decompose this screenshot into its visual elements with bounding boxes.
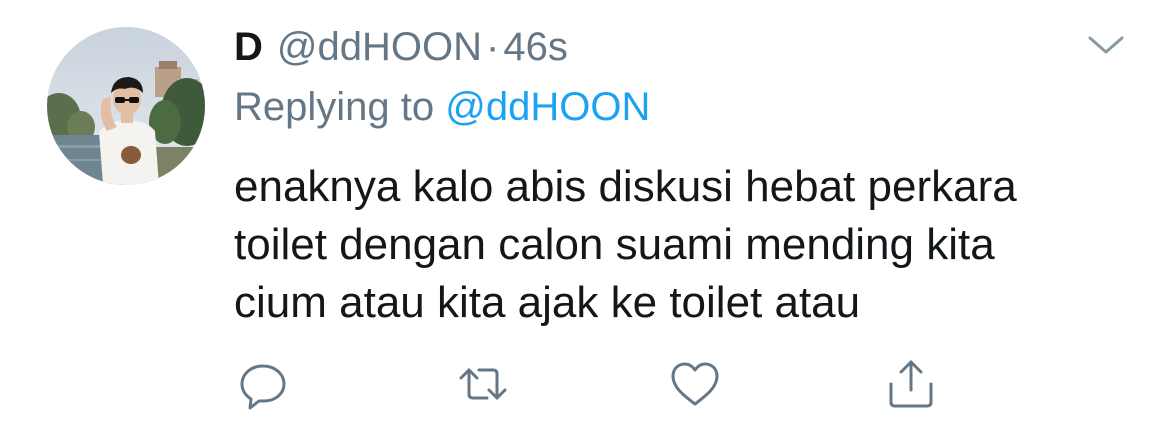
share-upload-icon	[889, 360, 933, 408]
user-handle[interactable]: @ddHOON	[277, 22, 482, 72]
replying-to: Replying to @ddHOON	[234, 82, 650, 132]
chevron-down-icon[interactable]	[1084, 30, 1128, 60]
speech-bubble-icon	[240, 364, 286, 410]
heart-icon	[671, 362, 719, 406]
replying-to-mention[interactable]: @ddHOON	[445, 85, 650, 129]
tweet-text-line: enaknya kalo abis diskusi hebat perkara	[234, 162, 1017, 211]
tweet-card: D @ddHOON · 46s Replying to @ddHOON enak…	[0, 0, 1170, 423]
tweet-text-line: toilet dengan calon suami mending kita	[234, 220, 995, 269]
separator-dot: ·	[486, 25, 500, 69]
like-button[interactable]	[667, 356, 723, 412]
tweet-text: enaknya kalo abis diskusi hebat perkara …	[234, 158, 1134, 332]
tweet-header: D @ddHOON · 46s	[234, 22, 568, 72]
display-name[interactable]: D	[234, 22, 263, 72]
avatar[interactable]	[47, 27, 205, 185]
action-bar	[0, 356, 1170, 416]
replying-to-label: Replying to	[234, 85, 435, 129]
timestamp[interactable]: 46s	[503, 22, 568, 72]
tweet-text-line: cium atau kita ajak ke toilet atau	[234, 278, 861, 327]
reply-button[interactable]	[235, 356, 291, 412]
share-button[interactable]	[883, 356, 939, 412]
retweet-button[interactable]	[455, 356, 511, 412]
retweet-arrows-icon	[459, 368, 507, 400]
